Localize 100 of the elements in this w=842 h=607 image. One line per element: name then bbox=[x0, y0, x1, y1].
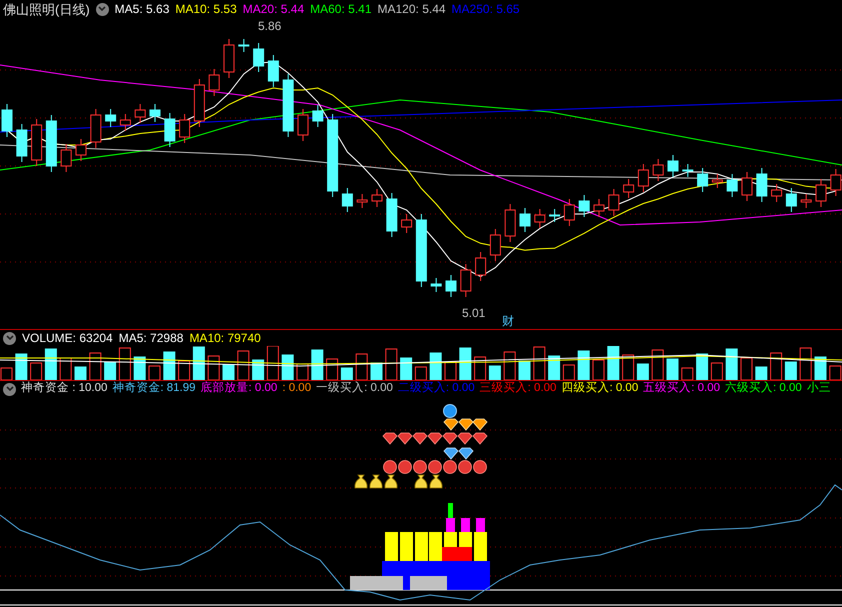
volume-bar bbox=[488, 366, 501, 380]
volume-bar bbox=[666, 358, 678, 380]
ball-icon bbox=[413, 460, 427, 474]
stock-title: 佛山照明(日线) bbox=[3, 2, 90, 16]
volume-bar bbox=[340, 368, 353, 380]
candlestick bbox=[638, 164, 649, 192]
indicator-value: 神奇资金 : 10.00 bbox=[21, 383, 108, 395]
gem-icon bbox=[458, 418, 474, 431]
candlestick bbox=[401, 214, 412, 234]
volume-bar bbox=[385, 348, 398, 380]
candlestick bbox=[342, 188, 353, 212]
indicator-value: 一级买入: 0.00 bbox=[316, 383, 393, 395]
candlestick bbox=[594, 198, 604, 218]
indicator-value: VOLUME: 63204 bbox=[22, 332, 113, 344]
indicator-value: MA10: 79740 bbox=[189, 332, 261, 344]
candlestick bbox=[208, 68, 220, 96]
gem-icon bbox=[472, 432, 488, 445]
gem-icon bbox=[443, 418, 459, 431]
candlestick bbox=[475, 252, 486, 282]
indicator-value: MA10: 5.53 bbox=[175, 3, 237, 15]
candlestick bbox=[105, 108, 116, 128]
volume-bar bbox=[474, 356, 486, 380]
volume-bar bbox=[607, 346, 620, 380]
volume-bar bbox=[414, 366, 427, 380]
candlestick bbox=[238, 38, 250, 52]
gem-icon bbox=[443, 448, 459, 460]
candlestick bbox=[356, 194, 368, 208]
high-price-label: 5.86 bbox=[258, 20, 282, 32]
candlestick bbox=[253, 42, 264, 72]
ball-icon bbox=[383, 460, 397, 474]
dropdown-icon[interactable] bbox=[3, 332, 16, 344]
volume-bar bbox=[192, 346, 205, 380]
gem-icon bbox=[427, 432, 443, 445]
volume-bar bbox=[622, 354, 634, 380]
candlestick bbox=[2, 104, 12, 138]
candlestick bbox=[298, 108, 308, 142]
candlestick bbox=[224, 38, 234, 78]
candlestick bbox=[194, 78, 205, 128]
finance-badge[interactable]: 财 bbox=[502, 315, 514, 327]
candlestick bbox=[697, 168, 708, 192]
volume-bar bbox=[237, 350, 250, 380]
candlestick bbox=[120, 114, 131, 132]
indicator-value: MA20: 5.44 bbox=[242, 3, 304, 15]
volume-bar bbox=[400, 358, 412, 380]
candlestick bbox=[134, 104, 146, 124]
dropdown-icon[interactable] bbox=[3, 382, 16, 396]
indicator-value: 小三 bbox=[806, 383, 831, 395]
money-bag-icon bbox=[429, 474, 443, 488]
indicator-value: MA120: 5.44 bbox=[378, 3, 446, 15]
candlestick bbox=[816, 178, 826, 208]
volume-bar bbox=[326, 358, 338, 380]
candlestick bbox=[549, 208, 560, 222]
money-bag-icon bbox=[354, 474, 368, 488]
volume-bar bbox=[652, 350, 664, 380]
candlestick bbox=[504, 204, 516, 242]
volume-bar bbox=[163, 352, 176, 380]
volume-bar bbox=[578, 350, 590, 380]
indicator-value: 二级买入: 0.00 bbox=[398, 383, 475, 395]
volume-bar bbox=[459, 348, 472, 380]
gem-icon bbox=[458, 448, 474, 460]
volume-bar bbox=[282, 354, 294, 380]
volume-bar bbox=[60, 358, 72, 380]
volume-bar bbox=[74, 366, 86, 380]
volume-bar bbox=[681, 368, 694, 380]
volume-bar bbox=[222, 364, 234, 380]
volume-bar bbox=[430, 352, 442, 380]
volume-bar bbox=[104, 362, 116, 380]
candlestick bbox=[786, 188, 797, 212]
candlestick bbox=[372, 188, 382, 208]
candlestick bbox=[742, 172, 752, 202]
candlestick bbox=[652, 158, 664, 182]
candlestick bbox=[386, 192, 398, 238]
indicator-value: 神奇资金: 81.99 bbox=[112, 383, 196, 395]
candlestick bbox=[60, 144, 72, 172]
volume-bar bbox=[533, 346, 546, 380]
candlestick bbox=[726, 174, 738, 198]
candlestick bbox=[668, 154, 678, 178]
volume-bar bbox=[504, 352, 516, 380]
candlestick bbox=[534, 208, 546, 228]
dropdown-icon[interactable] bbox=[96, 2, 109, 16]
candlestick bbox=[446, 274, 456, 298]
volume-bar bbox=[784, 362, 797, 380]
volume-bar bbox=[770, 352, 782, 380]
candlestick bbox=[578, 194, 590, 218]
gem-icon bbox=[442, 432, 458, 445]
candlestick bbox=[756, 168, 768, 202]
candlestick bbox=[282, 74, 294, 138]
volume-bar bbox=[696, 354, 708, 380]
gem-icon bbox=[412, 432, 428, 445]
candlestick bbox=[800, 194, 812, 208]
volume-bar bbox=[356, 354, 368, 380]
ball-icon bbox=[428, 460, 442, 474]
candlestick bbox=[31, 118, 42, 166]
volume-bar bbox=[518, 360, 530, 380]
volume-bar bbox=[252, 360, 264, 380]
candlestick bbox=[90, 108, 102, 148]
money-bag-icon bbox=[414, 474, 428, 488]
candlestick bbox=[712, 174, 723, 188]
volume-bar bbox=[592, 360, 604, 380]
candlestick bbox=[179, 114, 190, 144]
